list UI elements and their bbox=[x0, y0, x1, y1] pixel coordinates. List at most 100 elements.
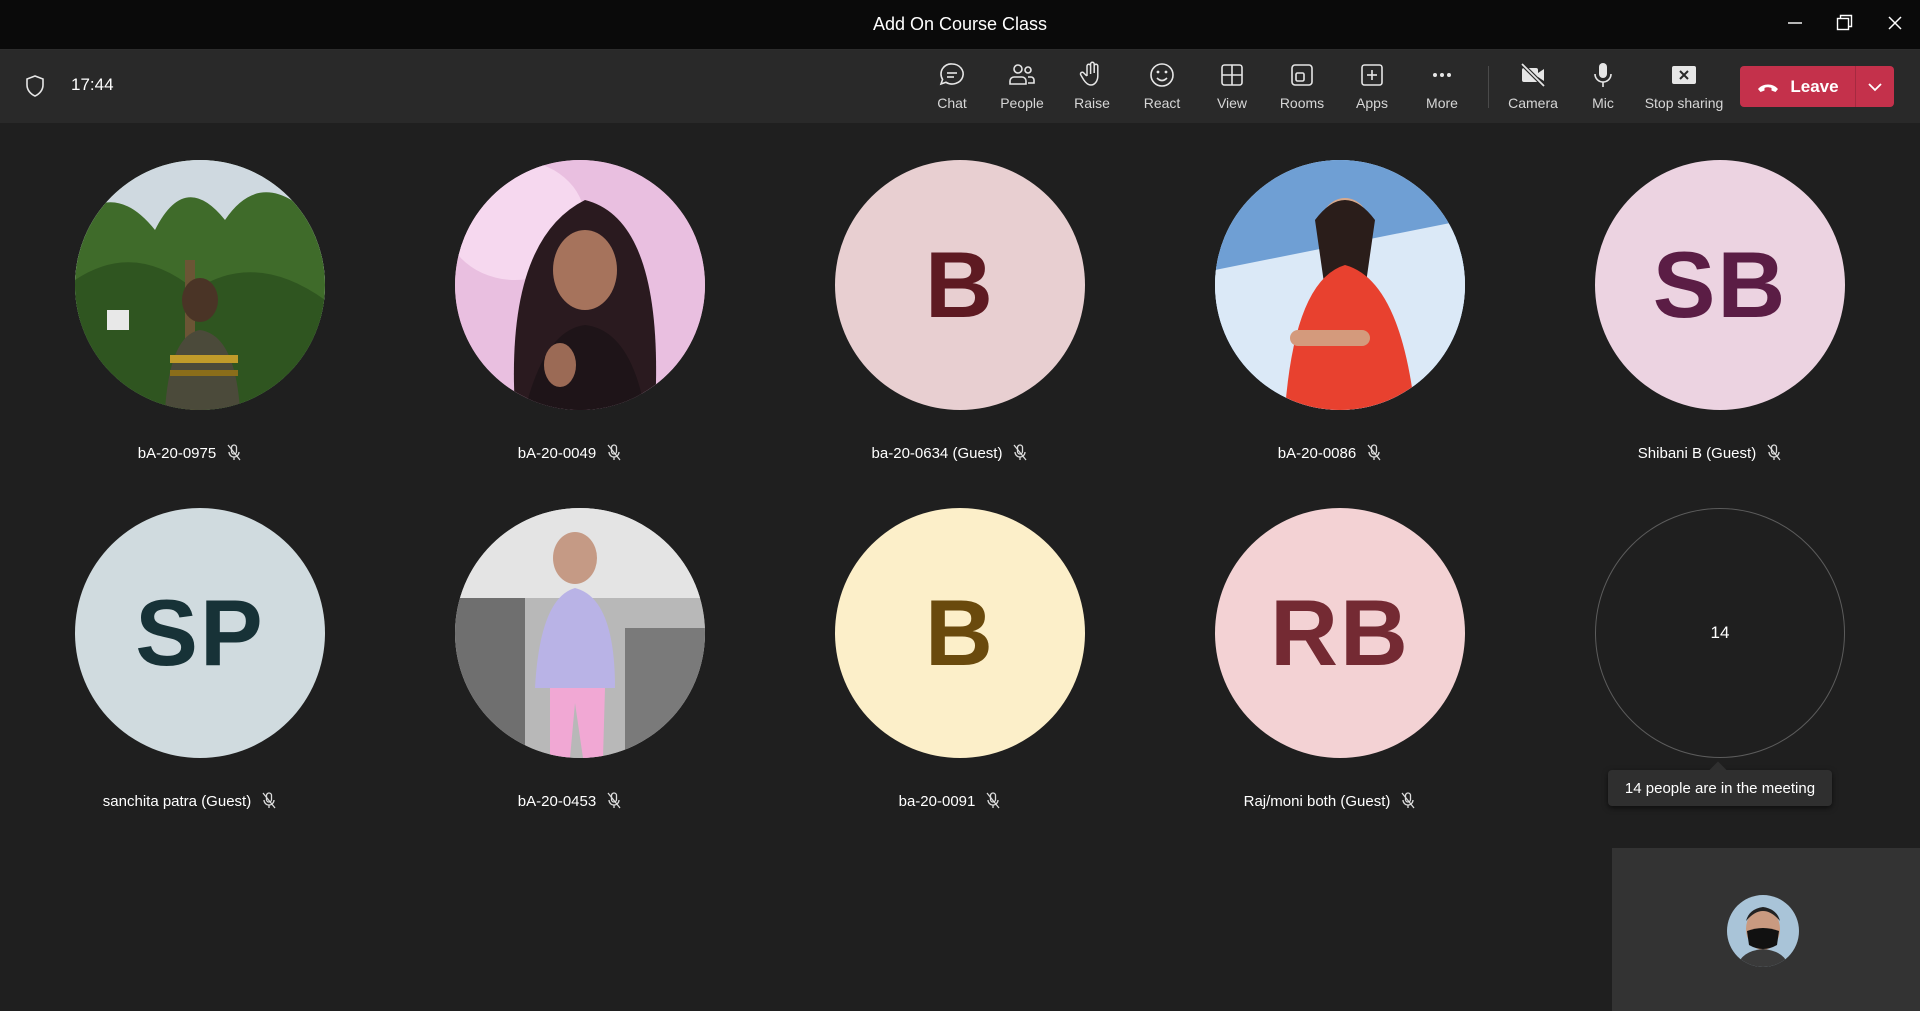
participants-tooltip: 14 people are in the meeting bbox=[1608, 770, 1832, 806]
avatar-initials: B bbox=[925, 232, 995, 337]
self-avatar bbox=[1727, 895, 1799, 967]
participant-name: bA-20-0453 bbox=[517, 792, 597, 810]
participant-tile[interactable]: B ba-20-0091 bbox=[760, 508, 1140, 848]
participant-name: bA-20-0975 bbox=[137, 444, 217, 462]
participant-tile[interactable]: bA-20-0086 bbox=[1140, 160, 1520, 500]
camera-label: Camera bbox=[1508, 95, 1558, 111]
raise-hand-button[interactable]: Raise bbox=[1057, 60, 1127, 116]
apps-button[interactable]: Apps bbox=[1337, 60, 1407, 116]
apps-label: Apps bbox=[1356, 95, 1388, 111]
restore-button[interactable] bbox=[1821, 0, 1869, 46]
window-title: Add On Course Class bbox=[872, 14, 1048, 34]
mic-button[interactable]: Mic bbox=[1568, 60, 1638, 116]
tooltip-text: 14 people are in the meeting bbox=[1624, 779, 1816, 797]
people-button[interactable]: People bbox=[987, 60, 1057, 116]
participant-name-row: bA-20-0975 bbox=[0, 442, 380, 464]
restore-icon bbox=[1836, 14, 1853, 31]
participant-name-row: bA-20-0086 bbox=[1140, 442, 1520, 464]
rooms-icon bbox=[1291, 64, 1313, 86]
participant-tile[interactable]: bA-20-0049 bbox=[380, 160, 760, 500]
participant-tile[interactable]: SP sanchita patra (Guest) bbox=[0, 508, 380, 848]
chat-button[interactable]: Chat bbox=[917, 60, 987, 116]
rooms-button[interactable]: Rooms bbox=[1267, 60, 1337, 116]
mic-off-icon bbox=[226, 444, 242, 462]
participant-photo bbox=[1215, 160, 1465, 410]
avatar-initials: B bbox=[925, 580, 995, 685]
overflow-count: 14 bbox=[1710, 623, 1730, 642]
participant-avatar: B bbox=[835, 160, 1085, 410]
participant-name-row: sanchita patra (Guest) bbox=[0, 790, 380, 812]
raise-hand-icon bbox=[1079, 61, 1099, 86]
avatar-initials: RB bbox=[1270, 580, 1410, 685]
participant-avatar: SB bbox=[1595, 160, 1845, 410]
mic-off-icon bbox=[606, 792, 622, 810]
close-window-button[interactable] bbox=[1871, 0, 1919, 46]
minimize-icon bbox=[1788, 22, 1802, 24]
participant-name-row: bA-20-0049 bbox=[380, 442, 760, 464]
mic-off-icon bbox=[1012, 444, 1028, 462]
avatar-initials: SP bbox=[135, 580, 265, 685]
participant-photo bbox=[75, 160, 325, 410]
more-label: More bbox=[1426, 95, 1458, 111]
people-label: People bbox=[1000, 95, 1044, 111]
leave-button[interactable]: Leave bbox=[1740, 66, 1855, 107]
mic-off-icon bbox=[985, 792, 1001, 810]
photo-self-masked bbox=[1727, 895, 1799, 967]
title-bar: Add On Course Class bbox=[0, 0, 1920, 50]
more-dots-icon bbox=[1433, 73, 1451, 77]
participant-avatar: B bbox=[835, 508, 1085, 758]
smiley-icon bbox=[1150, 63, 1174, 87]
chat-label: Chat bbox=[937, 95, 967, 111]
self-view-panel[interactable] bbox=[1612, 848, 1920, 1011]
participant-avatar: SP bbox=[75, 508, 325, 758]
toolbar-divider bbox=[1488, 66, 1489, 108]
participant-name: Raj/moni both (Guest) bbox=[1243, 792, 1391, 810]
avatar-initials: SB bbox=[1652, 232, 1788, 337]
participant-name: ba-20-0091 bbox=[898, 792, 976, 810]
react-button[interactable]: React bbox=[1127, 60, 1197, 116]
mic-off-icon bbox=[261, 792, 277, 810]
shield-icon[interactable] bbox=[24, 74, 46, 98]
photo-woman-classroom bbox=[455, 508, 705, 758]
leave-options-button[interactable] bbox=[1856, 66, 1894, 107]
participant-name-row: ba-20-0091 bbox=[760, 790, 1140, 812]
react-label: React bbox=[1143, 95, 1181, 111]
view-button[interactable]: View bbox=[1197, 60, 1267, 116]
view-label: View bbox=[1216, 95, 1248, 111]
stop-sharing-label: Stop sharing bbox=[1644, 95, 1724, 111]
stop-sharing-button[interactable]: Stop sharing bbox=[1645, 60, 1723, 116]
camera-button[interactable]: Camera bbox=[1498, 60, 1568, 116]
chevron-down-icon bbox=[1868, 82, 1882, 91]
mic-off-icon bbox=[1766, 444, 1782, 462]
mic-label: Mic bbox=[1592, 95, 1614, 111]
participant-tile[interactable]: SB Shibani B (Guest) bbox=[1520, 160, 1900, 500]
meeting-timer: 17:44 bbox=[71, 75, 114, 94]
leave-control: Leave bbox=[1740, 66, 1894, 107]
overflow-participants-button[interactable]: 14 bbox=[1595, 508, 1845, 758]
leave-label: Leave bbox=[1790, 76, 1839, 96]
participant-name: bA-20-0049 bbox=[517, 444, 597, 462]
participant-tile[interactable]: bA-20-0975 bbox=[0, 160, 380, 500]
mic-off-icon bbox=[1400, 792, 1416, 810]
rooms-label: Rooms bbox=[1279, 95, 1325, 111]
raise-label: Raise bbox=[1074, 95, 1110, 111]
participant-name-row: Raj/moni both (Guest) bbox=[1140, 790, 1520, 812]
microphone-icon bbox=[1594, 63, 1612, 87]
participant-name: ba-20-0634 (Guest) bbox=[871, 444, 1003, 462]
photo-portrait-woman bbox=[455, 160, 705, 410]
minimize-button[interactable] bbox=[1771, 0, 1819, 46]
hang-up-icon bbox=[1758, 84, 1779, 92]
chat-icon bbox=[939, 63, 964, 86]
stop-share-icon bbox=[1672, 66, 1696, 84]
photo-palm-trees-person bbox=[75, 160, 325, 410]
meeting-toolbar: 17:44 Chat People Raise React View Rooms… bbox=[0, 50, 1920, 123]
camera-off-icon bbox=[1520, 62, 1546, 88]
participant-tile[interactable]: B ba-20-0634 (Guest) bbox=[760, 160, 1140, 500]
photo-woman-red-dress bbox=[1215, 160, 1465, 410]
more-button[interactable]: More bbox=[1407, 60, 1477, 116]
participant-tile[interactable]: RB Raj/moni both (Guest) bbox=[1140, 508, 1520, 848]
participant-tile[interactable]: bA-20-0453 bbox=[380, 508, 760, 848]
participant-name: Shibani B (Guest) bbox=[1637, 444, 1757, 462]
mic-off-icon bbox=[1366, 444, 1382, 462]
add-app-icon bbox=[1361, 64, 1383, 86]
